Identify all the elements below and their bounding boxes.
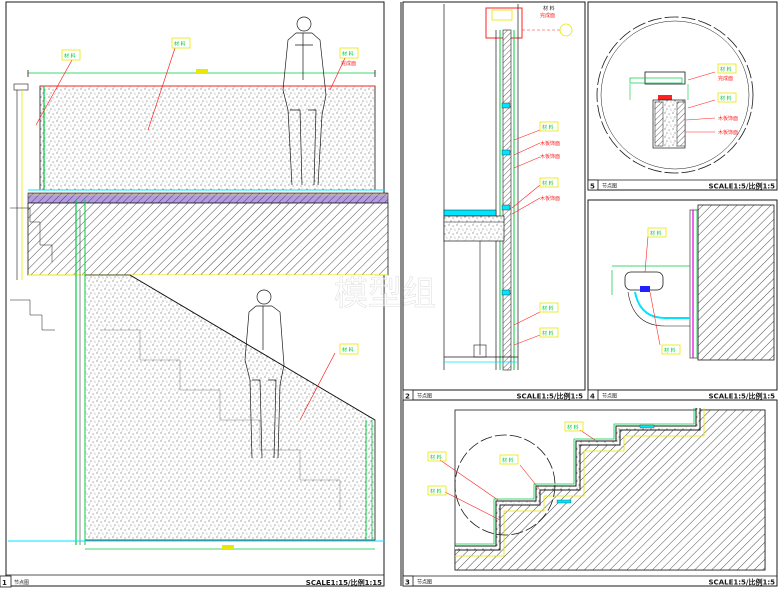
panel-scale: SCALE1:5/比例1:5 xyxy=(517,392,584,401)
tag-label: 木板饰面 xyxy=(718,115,738,122)
tag-label: 完成面 xyxy=(341,60,356,67)
tag-label: 木板饰面 xyxy=(540,153,560,160)
tag-label: 材 料 xyxy=(720,95,732,102)
tag-label: 材 料 xyxy=(664,347,676,354)
wall-core xyxy=(502,29,512,371)
tag-label: 材 料 xyxy=(342,51,354,58)
panel-scale: SCALE1:5/比例1:5 xyxy=(709,392,776,401)
panel-number: 2 xyxy=(405,393,410,401)
tag-label: 完成面 xyxy=(540,12,555,19)
tag-label: 木板饰面 xyxy=(540,195,560,202)
tag-label: 材 料 xyxy=(174,41,186,48)
panel-title: 节点图 xyxy=(14,580,29,586)
tag-label: 材 料 xyxy=(543,5,555,12)
panel-3-stair-section: 材 料 材 料 材 料 材 料 3 节点图 SCALE1:5/比例1:5 xyxy=(402,408,777,587)
panel-title: 节点图 xyxy=(417,580,432,586)
tag-label: 材 料 xyxy=(720,66,732,73)
structural-slab xyxy=(27,202,389,276)
panel-2-section: 材 料 完成面 材 料 木板饰面 木板饰面 材 料 木板饰面 材 料 材 料 2… xyxy=(402,4,585,401)
panel-number: 4 xyxy=(590,393,595,401)
panel-number: 3 xyxy=(405,579,410,587)
watermark-text: 模型组 xyxy=(334,274,436,314)
tag-label: 材 料 xyxy=(650,230,662,237)
panel-scale: SCALE1:15/比例1:15 xyxy=(306,578,382,587)
slab-finish-layer xyxy=(27,192,389,204)
tag-label: 材 料 xyxy=(342,347,354,354)
tag-label: 材 料 xyxy=(542,180,554,187)
panel-title: 节点图 xyxy=(417,394,432,400)
dimension-tag xyxy=(196,69,208,73)
panel-title: 节点图 xyxy=(602,394,617,400)
panel-scale: SCALE1:5/比例1:5 xyxy=(709,578,776,587)
tag-label: 材 料 xyxy=(502,457,514,464)
tag-label: 材 料 xyxy=(542,124,554,131)
tag-label: 材 料 xyxy=(567,424,579,431)
panel-1-elevation: 材 料 材 料 材 料 完成面 材 料 1 节点图 SCALE1:15/比例1:… xyxy=(0,16,389,588)
tag-label: 材 料 xyxy=(542,330,554,337)
floor-slab xyxy=(443,215,505,242)
tag-label: 材 料 xyxy=(64,53,76,60)
panel-number: 5 xyxy=(590,183,595,191)
tag-label: 材 料 xyxy=(430,488,442,495)
tag-label: 木板饰面 xyxy=(718,129,738,136)
panel-number: 1 xyxy=(2,579,7,587)
tag-label: 完成面 xyxy=(718,75,733,82)
panel-scale: SCALE1:5/比例1:5 xyxy=(709,182,776,191)
panel-5-detail: 材 料 完成面 材 料 木板饰面 木板饰面 5 节点图 SCALE1:5/比例1… xyxy=(587,16,777,191)
panel-2-annotations: 材 料 木板饰面 木板饰面 材 料 木板饰面 材 料 材 料 xyxy=(511,121,560,346)
stair-structure xyxy=(454,409,766,571)
wall-structure xyxy=(697,204,775,361)
tag-label: 材 料 xyxy=(430,454,442,461)
tag-label: 木板饰面 xyxy=(540,140,560,147)
tag-label: 材 料 xyxy=(542,305,554,312)
panel-4-detail: 材 料 材 料 4 节点图 SCALE1:5/比例1:5 xyxy=(587,204,777,401)
panel-title: 节点图 xyxy=(602,184,617,190)
cad-drawing-sheet: 材 料 材 料 材 料 完成面 材 料 1 节点图 SCALE1:15/比例1:… xyxy=(0,1,778,588)
